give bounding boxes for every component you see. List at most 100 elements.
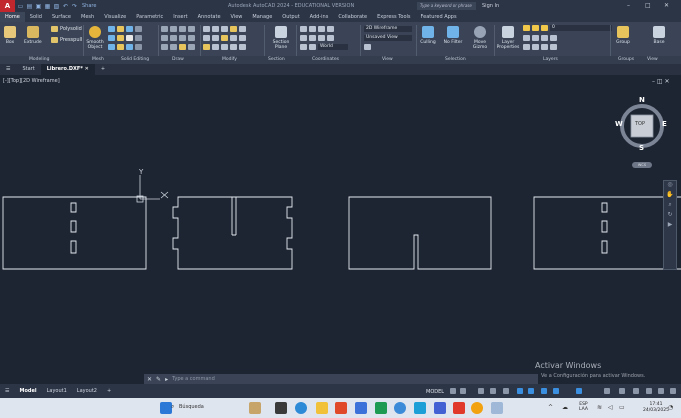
polar-icon[interactable] bbox=[490, 388, 496, 394]
wcs-menu[interactable]: WCS bbox=[632, 162, 652, 168]
mesh-cylinder-icon[interactable] bbox=[126, 26, 133, 32]
tab-librero-dxf[interactable]: Librero.DXF* ✕ bbox=[40, 64, 95, 75]
ucs-icon[interactable] bbox=[300, 26, 307, 32]
point-icon[interactable] bbox=[188, 44, 195, 50]
group-button[interactable]: Group bbox=[614, 26, 632, 45]
compass-north[interactable]: N bbox=[639, 96, 645, 104]
visual-style-dropdown[interactable]: 2D Wireframe bbox=[364, 26, 412, 32]
ribbon-tab-collaborate[interactable]: Collaborate bbox=[333, 12, 372, 22]
widgets-icon[interactable] bbox=[249, 402, 261, 414]
copy-icon[interactable] bbox=[230, 26, 237, 32]
view-cube-top-face[interactable]: TOP bbox=[635, 121, 645, 127]
mesh-cone-icon[interactable] bbox=[117, 26, 124, 32]
close-command-icon[interactable]: ✕ bbox=[147, 376, 152, 383]
mesh-extract-icon[interactable] bbox=[135, 26, 142, 32]
layer-properties-button[interactable]: Layer Properties bbox=[496, 26, 520, 50]
quick-properties-icon[interactable] bbox=[619, 388, 625, 394]
scale-icon[interactable] bbox=[230, 35, 237, 41]
arc-icon[interactable] bbox=[179, 26, 186, 32]
rectangle-icon[interactable] bbox=[161, 35, 168, 41]
layer-match-icon[interactable] bbox=[523, 35, 530, 41]
layer-lock-icon[interactable] bbox=[550, 44, 557, 50]
panel-title-layers[interactable]: Layers bbox=[543, 57, 558, 62]
mesh-union-icon[interactable] bbox=[108, 35, 115, 41]
workspace-icon[interactable] bbox=[576, 388, 582, 394]
chrome-icon[interactable] bbox=[471, 402, 483, 414]
break-icon[interactable] bbox=[239, 44, 246, 50]
compass-west[interactable]: W bbox=[615, 120, 623, 128]
tray-chevron-icon[interactable]: ^ bbox=[548, 404, 553, 411]
base-button[interactable]: Base bbox=[650, 26, 668, 45]
polyline-icon[interactable] bbox=[170, 26, 177, 32]
viewport-config-icon[interactable] bbox=[364, 44, 371, 50]
tab-layout1[interactable]: Layout1 bbox=[42, 388, 72, 394]
autocad-taskbar-icon[interactable] bbox=[453, 402, 465, 414]
tab-layout2[interactable]: Layout2 bbox=[72, 388, 102, 394]
search-input[interactable]: Type a keyword or phrase bbox=[417, 2, 476, 10]
layer-off-icon[interactable] bbox=[550, 35, 557, 41]
task-view-icon[interactable] bbox=[275, 402, 287, 414]
clean-screen-icon[interactable] bbox=[658, 388, 664, 394]
ribbon-tab-home[interactable]: Home bbox=[0, 12, 25, 22]
explode-icon[interactable] bbox=[212, 35, 219, 41]
layout-menu-icon[interactable]: ☰ bbox=[0, 388, 14, 394]
ribbon-tab-mesh[interactable]: Mesh bbox=[76, 12, 99, 22]
panel-title-mesh[interactable]: Mesh bbox=[92, 57, 104, 62]
panel-title-coordinates[interactable]: Coordinates bbox=[312, 57, 339, 62]
spline-icon[interactable] bbox=[188, 35, 195, 41]
hardware-acceleration-icon[interactable] bbox=[646, 388, 652, 394]
current-layer[interactable]: 0 bbox=[550, 25, 612, 31]
polysolid-button[interactable]: Polysolid bbox=[51, 26, 82, 32]
object-snap-tracking-icon[interactable] bbox=[517, 388, 523, 394]
ucs-world-icon[interactable] bbox=[309, 44, 316, 50]
ucs-y-icon[interactable] bbox=[309, 35, 316, 41]
add-layout-icon[interactable]: + bbox=[102, 388, 116, 394]
ribbon-tab-view[interactable]: View bbox=[226, 12, 248, 22]
steering-wheel-icon[interactable]: ◎ bbox=[664, 181, 676, 191]
ucs-object-icon[interactable] bbox=[327, 35, 334, 41]
join-icon[interactable] bbox=[230, 44, 237, 50]
brave-icon[interactable] bbox=[335, 402, 347, 414]
ribbon-tab-visualize[interactable]: Visualize bbox=[99, 12, 131, 22]
customize-icon[interactable]: ✎ bbox=[156, 376, 161, 383]
panel-title-modify[interactable]: Modify bbox=[222, 57, 237, 62]
ribbon-tab-solid[interactable]: Solid bbox=[25, 12, 47, 22]
array-icon[interactable] bbox=[239, 35, 246, 41]
mirror-icon[interactable] bbox=[239, 26, 246, 32]
plot-icon[interactable]: ▧ bbox=[53, 3, 60, 10]
close-tab-icon[interactable]: ✕ bbox=[85, 66, 89, 72]
extrude-button[interactable]: Extrude bbox=[24, 26, 42, 45]
wifi-icon[interactable]: ≋ bbox=[597, 404, 602, 411]
mesh-shell-icon[interactable] bbox=[126, 44, 133, 50]
excel-icon[interactable] bbox=[375, 402, 387, 414]
ucs-face-icon[interactable] bbox=[300, 44, 307, 50]
erase-icon[interactable] bbox=[212, 44, 219, 50]
circle-icon[interactable] bbox=[188, 26, 195, 32]
orbit-icon[interactable]: ↻ bbox=[664, 211, 676, 221]
annotation-scale-icon[interactable] bbox=[553, 388, 559, 394]
word-icon[interactable] bbox=[355, 402, 367, 414]
search-icon[interactable]: ⌕ bbox=[171, 403, 174, 411]
ribbon-tab-featured-apps[interactable]: Featured Apps bbox=[416, 12, 462, 22]
sign-in-button[interactable]: Sign In bbox=[482, 3, 499, 9]
ortho-icon[interactable] bbox=[478, 388, 484, 394]
object-snap-icon[interactable] bbox=[528, 388, 534, 394]
snap-icon[interactable] bbox=[460, 388, 466, 394]
panel-title-view[interactable]: View bbox=[382, 57, 393, 62]
share-button[interactable]: Share bbox=[82, 3, 96, 9]
panel-title-selection[interactable]: Selection bbox=[445, 57, 466, 62]
mesh-fillet-icon[interactable] bbox=[108, 44, 115, 50]
ucs-origin-icon[interactable] bbox=[309, 26, 316, 32]
mesh-separate-icon[interactable] bbox=[135, 44, 142, 50]
fillet-icon[interactable] bbox=[203, 35, 210, 41]
recent-commands-icon[interactable]: ▸ bbox=[165, 376, 168, 383]
smooth-object-button[interactable]: Smooth Object bbox=[86, 26, 104, 50]
layer-walk-icon[interactable] bbox=[523, 44, 530, 50]
edge-icon[interactable] bbox=[295, 402, 307, 414]
file-menu-icon[interactable]: ☰ bbox=[0, 64, 16, 75]
close-icon[interactable]: ✕ bbox=[664, 2, 669, 9]
ribbon-tab-express-tools[interactable]: Express Tools bbox=[372, 12, 415, 22]
minimize-icon[interactable]: – bbox=[627, 2, 630, 9]
presspull-button[interactable]: Presspull bbox=[51, 37, 82, 43]
store-icon[interactable] bbox=[414, 402, 426, 414]
